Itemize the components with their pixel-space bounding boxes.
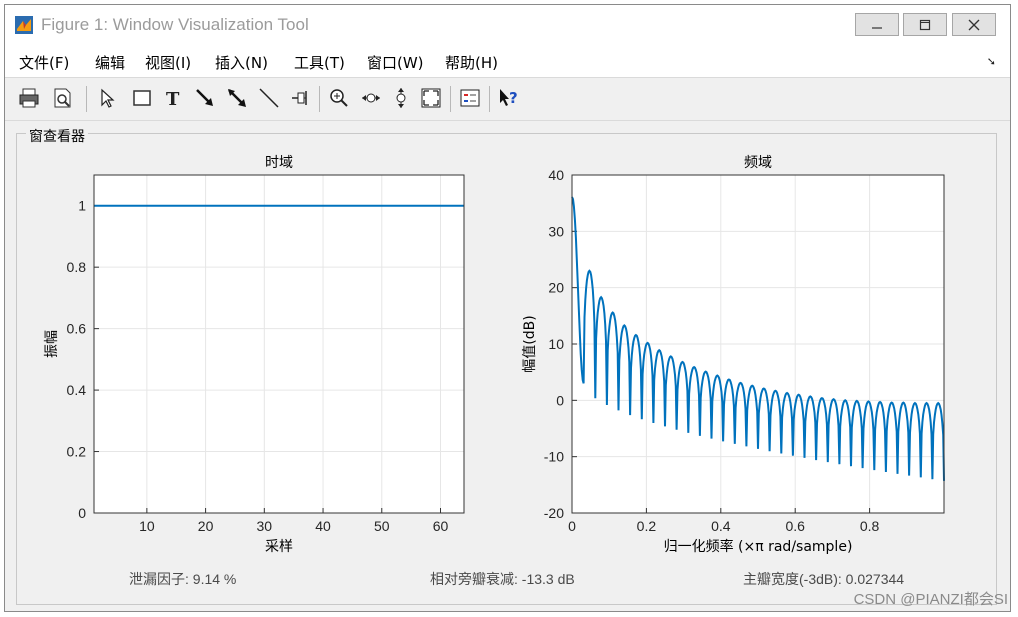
mainlobe-width-text: 主瓣宽度(-3dB): 0.027344 <box>743 571 905 587</box>
y-tick-label: 0 <box>78 505 86 521</box>
x-tick-label: 0.8 <box>860 518 880 534</box>
x-tick-label: 20 <box>198 518 214 534</box>
axes-background <box>94 175 464 513</box>
frequency-domain-plot[interactable]: 0 0.2 0.4 0.6 0.8 -20 -10 0 10 20 30 40 频域归一化频率 (×π … <box>522 155 945 555</box>
figure-window: Figure 1: Window Visualization Tool 文件(F… <box>4 4 1011 612</box>
y-axis-label: 幅值(dB) <box>522 315 538 372</box>
y-tick-label: 30 <box>548 223 564 239</box>
y-tick-label: 0.4 <box>67 382 87 398</box>
x-tick-label: 60 <box>433 518 449 534</box>
x-tick-label: 0 <box>568 518 576 534</box>
y-axis-label: 振幅 <box>44 330 60 358</box>
y-tick-label: -20 <box>544 505 564 521</box>
x-tick-label: 0.6 <box>785 518 805 534</box>
x-tick-label: 50 <box>374 518 390 534</box>
x-tick-label: 10 <box>139 518 155 534</box>
y-tick-label: 0.6 <box>67 321 87 337</box>
x-tick-label: 0.4 <box>711 518 731 534</box>
watermark: CSDN @PIANZI都会SI <box>853 591 1008 608</box>
y-tick-label: 20 <box>548 280 564 296</box>
sidelobe-attenuation-text: 相对旁瓣衰减: -13.3 dB <box>430 571 575 587</box>
y-tick-label: 0.8 <box>67 259 87 275</box>
y-tick-label: 40 <box>548 167 564 183</box>
y-tick-label: -10 <box>544 449 564 465</box>
y-tick-label: 1 <box>78 198 86 214</box>
plot-title: 时域 <box>265 155 293 171</box>
y-tick-label: 0.2 <box>67 444 87 460</box>
time-domain-plot[interactable]: 10 20 30 40 50 60 0 0.2 0.4 0.6 0.8 1 时域采样 振幅 <box>44 155 465 555</box>
plots-canvas: 10 20 30 40 50 60 0 0.2 0.4 0.6 0.8 1 时域采样 振幅 0 0.2 0.4… <box>44 155 945 555</box>
x-axis-label: 采样 <box>265 539 293 555</box>
x-tick-label: 40 <box>315 518 331 534</box>
x-tick-label: 0.2 <box>637 518 657 534</box>
y-tick-label: 0 <box>556 392 564 408</box>
plot-title: 频域 <box>744 155 772 171</box>
x-tick-label: 30 <box>257 518 273 534</box>
x-axis-label: 归一化频率 (×π rad/sample) <box>664 538 853 555</box>
y-tick-label: 10 <box>548 336 564 352</box>
leakage-factor-text: 泄漏因子: 9.14 % <box>129 571 237 587</box>
